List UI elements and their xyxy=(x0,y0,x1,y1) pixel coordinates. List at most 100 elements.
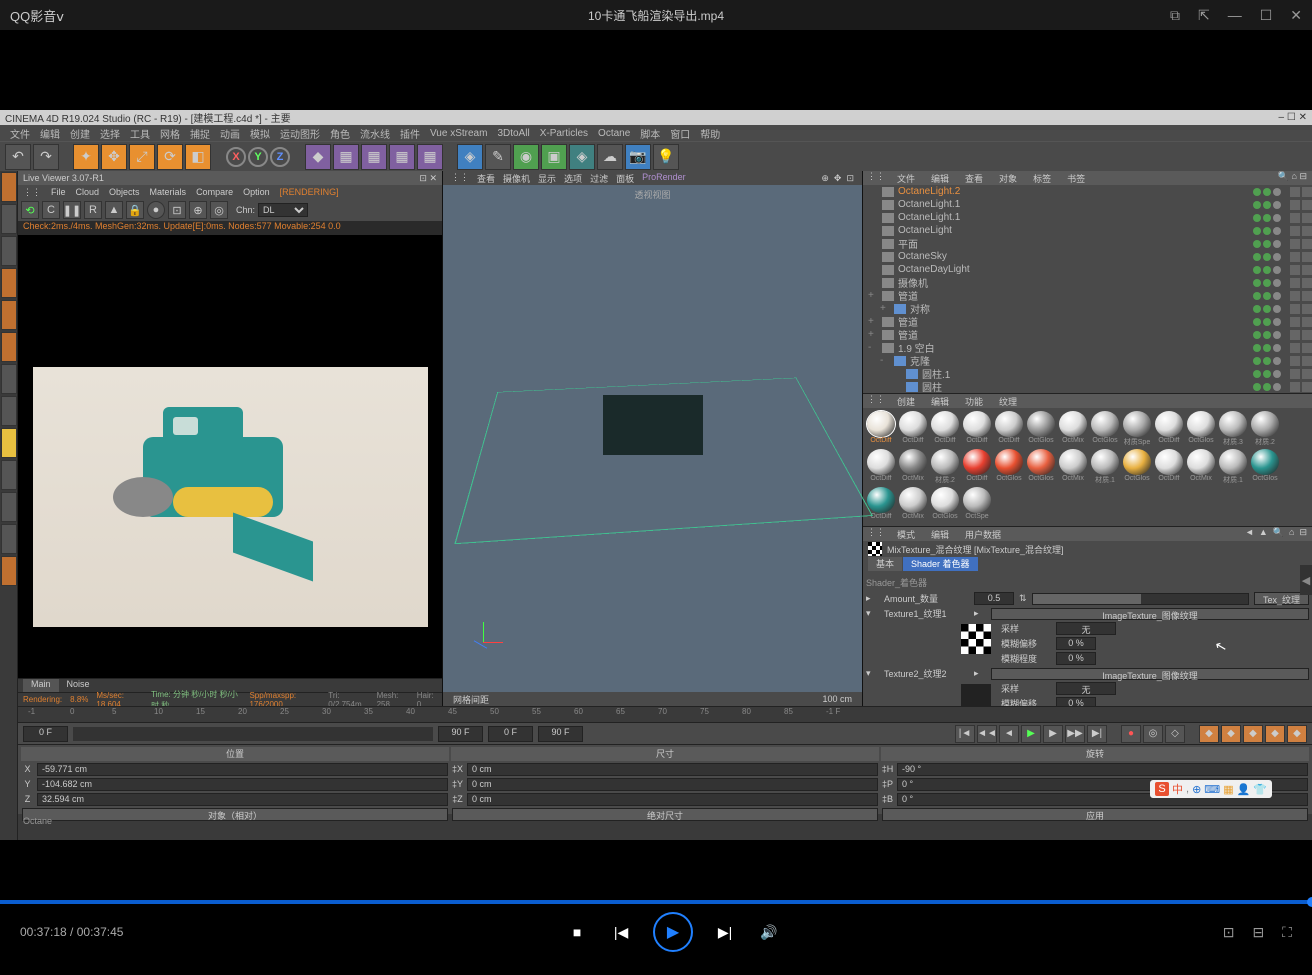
tex1-bluroff-value[interactable]: 0 % xyxy=(1056,637,1096,650)
object-row[interactable]: 圆柱 xyxy=(863,380,1312,393)
lv-focus-button[interactable]: ◎ xyxy=(210,201,228,219)
vp-menu-view[interactable]: 查看 xyxy=(477,172,495,185)
fullscreen-icon[interactable]: ⛶ xyxy=(1282,924,1292,941)
vp-nav-icon2[interactable]: ✥ xyxy=(834,173,842,184)
side-panel-toggle[interactable]: ◀ xyxy=(1300,565,1312,595)
vp-menu-display[interactable]: 显示 xyxy=(538,172,556,185)
vp-nav-icon3[interactable]: ⊡ xyxy=(846,173,854,184)
tl-prev-key-button[interactable]: ◄◄ xyxy=(977,725,997,743)
coord-x-size[interactable]: 0 cm xyxy=(467,763,878,776)
menu-Vue xStream[interactable]: Vue xStream xyxy=(430,128,487,139)
attr-tab-edit[interactable]: 编辑 xyxy=(923,527,957,541)
pen-tool-button[interactable]: ✎ xyxy=(485,144,511,170)
material-item[interactable]: 材质.3 xyxy=(1218,411,1248,447)
obj-tab-edit[interactable]: 编辑 xyxy=(923,171,957,185)
material-item[interactable]: 材质Spe xyxy=(1122,411,1152,447)
coord-z-size[interactable]: 0 cm xyxy=(467,793,878,806)
x-axis-toggle[interactable]: X xyxy=(226,147,246,167)
material-item[interactable]: OctDiff xyxy=(962,411,992,447)
attr-amount-slider[interactable] xyxy=(1032,593,1249,605)
menu-窗口[interactable]: 窗口 xyxy=(670,126,690,141)
tl-pla-channel-button[interactable]: ◆ xyxy=(1287,725,1307,743)
menu-创建[interactable]: 创建 xyxy=(70,126,90,141)
object-tree[interactable]: OctaneLight.2OctaneLight.1OctaneLight.1O… xyxy=(863,185,1312,393)
timeline-total-input[interactable]: 90 F xyxy=(538,726,583,742)
menu-X-Particles[interactable]: X-Particles xyxy=(540,128,588,139)
menu-模拟[interactable]: 模拟 xyxy=(250,126,270,141)
workplane-mode-button[interactable] xyxy=(1,236,17,266)
play-button[interactable]: ▶ xyxy=(653,912,693,952)
attr-expand-icon[interactable]: ▾ xyxy=(866,668,874,679)
tl-scale-channel-button[interactable]: ◆ xyxy=(1221,725,1241,743)
material-item[interactable]: 材质.1 xyxy=(1090,449,1120,485)
maximize-icon[interactable]: ☐ xyxy=(1260,7,1273,24)
lv-window-controls[interactable]: ⊡ ✕ xyxy=(419,173,437,184)
coord-x-pos[interactable]: -59.771 cm xyxy=(37,763,448,776)
obj-tab-bookmarks[interactable]: 书签 xyxy=(1059,171,1093,185)
object-row[interactable]: OctaneSky xyxy=(863,250,1312,263)
tl-next-frame-button[interactable]: ▶ xyxy=(1043,725,1063,743)
coord-sizemode-select[interactable]: 绝对尺寸 xyxy=(452,808,878,821)
lv-lock-button[interactable]: C xyxy=(42,201,60,219)
model-mode-button[interactable] xyxy=(1,172,17,202)
lv-refresh-button[interactable]: ⟲ xyxy=(21,201,39,219)
last-tool-button[interactable]: ◧ xyxy=(185,144,211,170)
mat-tab-edit[interactable]: 编辑 xyxy=(923,394,957,408)
object-row[interactable]: OctaneLight.1 xyxy=(863,211,1312,224)
lv-render-canvas[interactable] xyxy=(18,235,442,678)
material-item[interactable]: OctDiff xyxy=(930,411,960,447)
material-item[interactable]: OctDiff xyxy=(1154,411,1184,447)
vp-handle-icon[interactable]: ⋮⋮ xyxy=(451,172,469,185)
material-grid[interactable]: OctDiffOctDiffOctDiffOctDiffOctDiffOctGl… xyxy=(863,408,1312,526)
coord-z-pos[interactable]: 32.594 cm xyxy=(37,793,448,806)
snapshot-icon[interactable]: ⊡ xyxy=(1223,924,1235,941)
attr-expand-icon[interactable]: ▾ xyxy=(866,608,874,619)
cube-primitive-button[interactable]: ◈ xyxy=(457,144,483,170)
attr-handle-icon[interactable]: ⋮⋮ xyxy=(863,527,889,541)
attr-menu-icon[interactable]: ⊟ xyxy=(1299,527,1307,541)
attr-expand-icon[interactable]: ▸ xyxy=(866,593,874,604)
attr-nav-up-icon[interactable]: ▲ xyxy=(1259,527,1268,541)
lv-sphere-button[interactable]: ● xyxy=(147,201,165,219)
lv-handle-icon[interactable]: ⋮⋮ xyxy=(23,187,41,198)
object-row[interactable]: OctaneLight.2 xyxy=(863,185,1312,198)
object-row[interactable]: 平面 xyxy=(863,237,1312,250)
material-item[interactable]: OctGlos xyxy=(1026,449,1056,485)
mat-tab-function[interactable]: 功能 xyxy=(957,394,991,408)
attr-tex2-value[interactable]: ImageTexture_图像纹理 xyxy=(991,668,1309,680)
attr-tab-userdata[interactable]: 用户数据 xyxy=(957,527,1009,541)
object-row[interactable]: OctaneLight.1 xyxy=(863,198,1312,211)
tex1-preview[interactable] xyxy=(961,624,991,654)
material-item[interactable]: OctDiff xyxy=(898,411,928,447)
coord-system-button[interactable]: ◆ xyxy=(305,144,331,170)
vp-menu-panel[interactable]: 面板 xyxy=(616,172,634,185)
mat-tab-create[interactable]: 创建 xyxy=(889,394,923,408)
next-button[interactable]: ▶| xyxy=(713,920,737,944)
timeline-end-input[interactable]: 90 F xyxy=(438,726,483,742)
timeline-range-slider[interactable] xyxy=(73,727,433,741)
undo-button[interactable]: ↶ xyxy=(5,144,31,170)
live-select-button[interactable]: ✦ xyxy=(73,144,99,170)
material-item[interactable]: OctGlos xyxy=(1090,411,1120,447)
coord-apply-button[interactable]: 应用 xyxy=(882,808,1308,821)
lv-menu-objects[interactable]: Objects xyxy=(109,187,140,197)
tex2-sample-value[interactable]: 无 xyxy=(1056,682,1116,695)
material-item[interactable]: 材质.1 xyxy=(1218,449,1248,485)
menu-Octane[interactable]: Octane xyxy=(598,128,630,139)
vp-menu-prorender[interactable]: ProRender xyxy=(642,172,686,185)
timeline-start-input[interactable]: 0 F xyxy=(23,726,68,742)
menu-运动图形[interactable]: 运动图形 xyxy=(280,126,320,141)
edge-mode-button[interactable] xyxy=(1,300,17,330)
obj-tab-view[interactable]: 查看 xyxy=(957,171,991,185)
attr-subtab-shader[interactable]: Shader 着色器 xyxy=(903,557,978,571)
lv-lock2-button[interactable]: 🔒 xyxy=(126,201,144,219)
material-item[interactable]: OctDiff xyxy=(994,411,1024,447)
misc-button[interactable] xyxy=(1,556,17,586)
tex1-blurscale-value[interactable]: 0 % xyxy=(1056,652,1096,665)
material-item[interactable]: OctGlos xyxy=(1186,411,1216,447)
render-settings-button[interactable]: ▦ xyxy=(361,144,387,170)
tex1-sample-value[interactable]: 无 xyxy=(1056,622,1116,635)
render-queue-button[interactable]: ▦ xyxy=(389,144,415,170)
extrude-button[interactable]: ▣ xyxy=(541,144,567,170)
tl-autokey-button[interactable]: ◎ xyxy=(1143,725,1163,743)
